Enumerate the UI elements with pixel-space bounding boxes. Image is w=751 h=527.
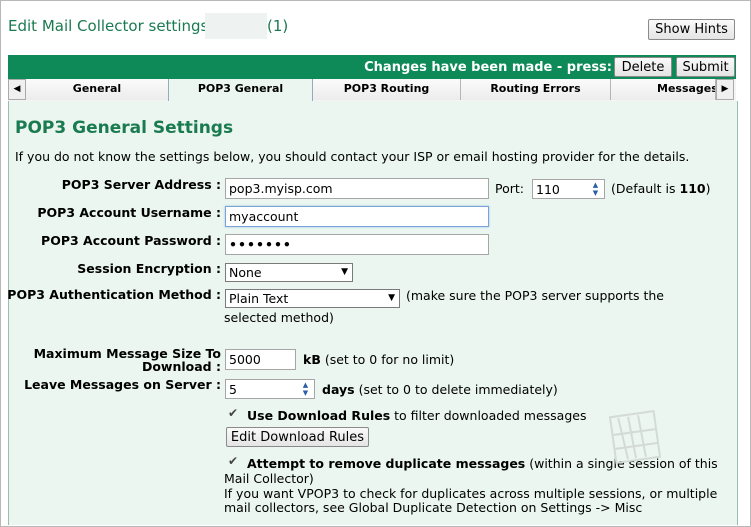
username-input[interactable]: myaccount bbox=[225, 206, 489, 227]
auth-method-note-2: selected method) bbox=[224, 310, 334, 325]
show-hints-button[interactable]: Show Hints bbox=[648, 19, 735, 40]
encryption-select[interactable]: None ▼ bbox=[225, 263, 353, 282]
tab-general[interactable]: General bbox=[26, 79, 169, 100]
port-input[interactable]: 110 ▲ ▼ bbox=[532, 179, 605, 199]
password-input[interactable]: ••••••• bbox=[225, 234, 489, 255]
encryption-label: Session Encryption : bbox=[77, 261, 221, 276]
remove-duplicates-label: Attempt to remove duplicate messages bbox=[247, 456, 526, 471]
max-size-unit: kB bbox=[303, 352, 321, 367]
auth-method-label: POP3 Authentication Method : bbox=[7, 287, 221, 302]
duplicates-info-1: If you want VPOP3 to check for duplicate… bbox=[224, 486, 718, 501]
leave-days-input[interactable]: 5 ▲ ▼ bbox=[225, 379, 315, 399]
password-label: POP3 Account Password : bbox=[41, 233, 221, 248]
server-address-input[interactable]: pop3.myisp.com bbox=[225, 178, 489, 199]
auth-method-select[interactable]: Plain Text ▼ bbox=[225, 289, 400, 308]
spin-up-icon[interactable]: ▲ bbox=[298, 381, 313, 389]
tab-bar: ◀ General POP3 General POP3 Routing Rout… bbox=[8, 79, 736, 102]
tab-scroll-left-icon[interactable]: ◀ bbox=[8, 79, 26, 100]
port-note-prefix: (Default is bbox=[611, 181, 676, 196]
collector-name-redacted bbox=[205, 13, 267, 39]
use-download-rules-checkbox[interactable]: ✔ bbox=[228, 407, 239, 419]
tab-pop3-general[interactable]: POP3 General bbox=[168, 79, 313, 101]
chevron-down-icon: ▼ bbox=[388, 293, 395, 303]
leave-days-unit: days bbox=[322, 382, 355, 397]
server-address-label: POP3 Server Address : bbox=[61, 177, 221, 192]
edit-download-rules-button[interactable]: Edit Download Rules bbox=[226, 427, 369, 447]
tab-scroll-right-icon[interactable]: ▶ bbox=[716, 79, 734, 100]
remove-duplicates-desc-2: Mail Collector) bbox=[224, 471, 314, 486]
max-size-input[interactable]: 5000 bbox=[225, 349, 296, 370]
spin-up-icon[interactable]: ▲ bbox=[588, 181, 603, 189]
chevron-down-icon: ▼ bbox=[341, 267, 348, 277]
spin-down-icon[interactable]: ▼ bbox=[298, 389, 313, 397]
username-label: POP3 Account Username : bbox=[37, 205, 221, 220]
use-download-rules-label: Use Download Rules bbox=[247, 408, 391, 423]
auth-method-value: Plain Text bbox=[229, 291, 289, 306]
leave-messages-label: Leave Messages on Server : bbox=[24, 377, 221, 392]
watermark-logo-icon bbox=[608, 410, 662, 464]
auth-method-note: (make sure the POP3 server supports the bbox=[406, 288, 664, 303]
encryption-value: None bbox=[229, 265, 262, 280]
leave-days-value: 5 bbox=[229, 382, 237, 397]
section-intro: If you do not know the settings below, y… bbox=[15, 149, 690, 164]
port-default-value: 110 bbox=[679, 181, 706, 196]
page-title-count: (1) bbox=[267, 17, 289, 35]
submit-button[interactable]: Submit bbox=[676, 57, 735, 77]
spin-down-icon[interactable]: ▼ bbox=[588, 189, 603, 197]
max-size-label-2: Download : bbox=[141, 359, 221, 374]
port-value: 110 bbox=[536, 182, 560, 197]
max-size-note: (set to 0 for no limit) bbox=[324, 352, 455, 367]
use-download-rules-desc: to filter downloaded messages bbox=[394, 408, 587, 423]
delete-button[interactable]: Delete bbox=[614, 57, 672, 77]
max-size-unit-note: kB (set to 0 for no limit) bbox=[303, 352, 454, 367]
leave-days-note-text: (set to 0 to delete immediately) bbox=[358, 382, 558, 397]
page-title: Edit Mail Collector settings - bbox=[8, 17, 219, 35]
duplicates-info-2: mail collectors, see Global Duplicate De… bbox=[224, 500, 643, 515]
port-spinner[interactable]: ▲ ▼ bbox=[588, 181, 603, 198]
use-download-rules-text: Use Download Rules to filter downloaded … bbox=[247, 408, 586, 423]
tab-routing-errors[interactable]: Routing Errors bbox=[461, 79, 611, 100]
section-title: POP3 General Settings bbox=[15, 118, 234, 138]
tab-messages[interactable]: Messages bbox=[611, 79, 716, 100]
remove-duplicates-checkbox[interactable]: ✔ bbox=[228, 455, 239, 467]
port-note-suffix: ) bbox=[705, 181, 711, 196]
changes-bar: Changes have been made - press: Delete S… bbox=[8, 55, 736, 79]
port-default-note: (Default is 110) bbox=[611, 181, 710, 196]
tab-pop3-routing[interactable]: POP3 Routing bbox=[313, 79, 461, 100]
leave-days-note: days (set to 0 to delete immediately) bbox=[322, 382, 558, 397]
changes-message: Changes have been made - press: bbox=[364, 60, 612, 75]
leave-days-spinner[interactable]: ▲ ▼ bbox=[298, 381, 313, 398]
port-label: Port: bbox=[495, 181, 524, 196]
